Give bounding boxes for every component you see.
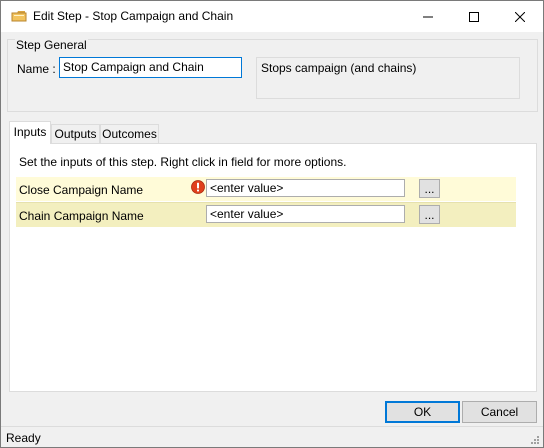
tab-inputs[interactable]: Inputs xyxy=(9,121,51,144)
error-icon xyxy=(191,180,205,194)
status-bar: Ready xyxy=(1,426,543,447)
close-campaign-value-input[interactable] xyxy=(206,179,405,197)
minimize-button[interactable] xyxy=(405,1,451,32)
title-bar[interactable]: Edit Step - Stop Campaign and Chain xyxy=(1,1,543,32)
folder-icon xyxy=(11,10,27,22)
input-row-close-campaign: Close Campaign Name ... xyxy=(16,177,516,201)
description-box[interactable]: Stops campaign (and chains) xyxy=(256,57,520,99)
maximize-icon xyxy=(469,11,479,22)
name-label: Name : xyxy=(17,62,56,76)
chain-campaign-label: Chain Campaign Name xyxy=(19,209,144,223)
name-input[interactable] xyxy=(59,57,242,78)
maximize-button[interactable] xyxy=(451,1,497,32)
tab-outputs[interactable]: Outputs xyxy=(51,124,100,144)
close-icon xyxy=(515,11,525,22)
close-campaign-label: Close Campaign Name xyxy=(19,183,144,197)
chain-campaign-value-input[interactable] xyxy=(206,205,405,223)
edit-step-window: Edit Step - Stop Campaign and Chain Step… xyxy=(0,0,544,448)
close-button[interactable] xyxy=(497,1,543,32)
close-campaign-browse-button[interactable]: ... xyxy=(419,179,440,198)
step-general-title: Step General xyxy=(15,38,88,52)
input-row-chain-campaign: Chain Campaign Name ... xyxy=(16,202,516,227)
cancel-button[interactable]: Cancel xyxy=(462,401,537,423)
chain-campaign-browse-button[interactable]: ... xyxy=(419,205,440,224)
window-title: Edit Step - Stop Campaign and Chain xyxy=(33,9,234,23)
inputs-instructions: Set the inputs of this step. Right click… xyxy=(19,155,347,169)
status-text: Ready xyxy=(6,431,41,445)
tab-outcomes[interactable]: Outcomes xyxy=(100,124,159,144)
ok-button[interactable]: OK xyxy=(385,401,460,423)
minimize-icon xyxy=(423,12,433,22)
resize-grip-icon[interactable] xyxy=(529,434,540,445)
